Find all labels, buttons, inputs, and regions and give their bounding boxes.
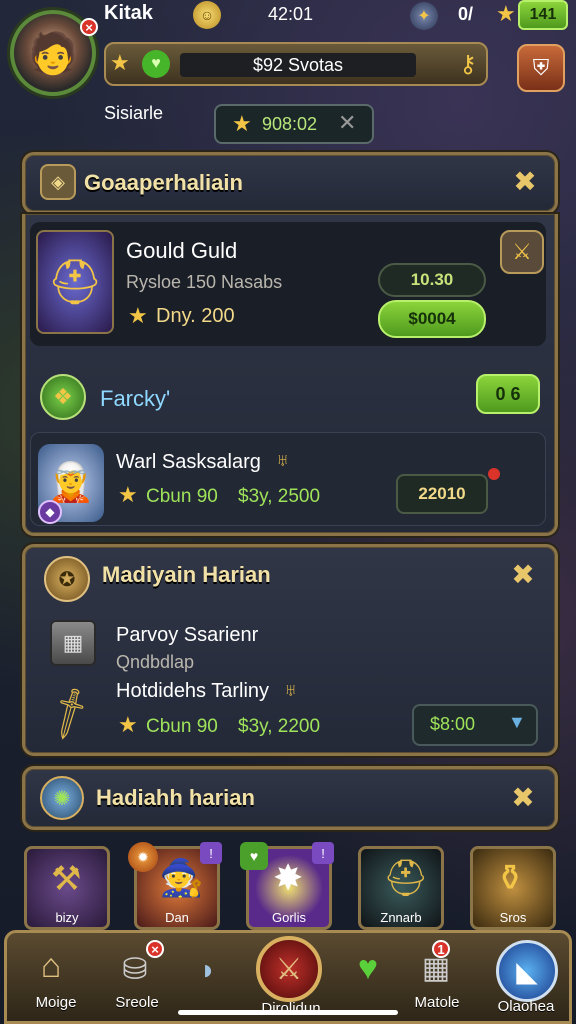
star-icon: ★ (118, 712, 138, 737)
level-badge: 141 (518, 0, 568, 30)
emblem-icon: ◈ (40, 164, 76, 200)
chest-icon: ▦ (50, 620, 96, 666)
section3-title: Hadiahh harian (96, 785, 255, 810)
hero-badge-icon: ◆ (38, 500, 62, 524)
item2-stat1: Cbun 90 (146, 716, 218, 737)
card-label: Znnarb (380, 910, 422, 925)
currency-bar-text: $92 Svotas (180, 53, 416, 77)
nav-alert-icon: 1 (432, 940, 450, 958)
treasure-icon: ⚱ (495, 857, 526, 898)
star-icon: ★ (110, 50, 130, 75)
shield-menu-icon[interactable]: ⛨ (517, 44, 565, 92)
hero-stat1: Cbun 90 (146, 486, 218, 507)
nav-tab-store[interactable]: Sreole (100, 994, 174, 1011)
fire-badge-icon: ✹ (128, 842, 158, 872)
star-icon: ★ (496, 1, 516, 26)
card-item[interactable]: ⚱ Sros (470, 846, 556, 930)
section1-title: Goaaperhaliain (84, 170, 243, 195)
gold-helmet-icon: ⛑ (36, 230, 114, 334)
section3-close-icon[interactable]: ✖ (506, 780, 540, 814)
nav-tab-match[interactable]: Matole (400, 994, 474, 1011)
item1-sub: Qndbdlap (116, 652, 195, 672)
star-icon: ★ (232, 111, 252, 136)
sub-pill-label: 0 6 (495, 383, 521, 404)
card-item[interactable]: ⚒ bizy (24, 846, 110, 930)
section2-close-icon[interactable]: ✖ (506, 557, 540, 591)
hero-pill[interactable]: 22010 (396, 474, 488, 514)
gold-coin-icon: ☺ (193, 1, 221, 29)
card-item[interactable]: ⛑ Znnarb (358, 846, 444, 930)
house-icon[interactable]: ⌂ (22, 940, 80, 992)
avatar-alert-icon: × (80, 18, 98, 36)
item-line: Rysloe 150 Nasabs (126, 272, 283, 292)
bag-icon: ✪ (44, 556, 90, 602)
avatar-face-icon: 🧑 (28, 31, 78, 76)
sub-title: Farcky' (100, 386, 171, 411)
key-icon[interactable]: ⚷ (452, 48, 484, 80)
card-badge-icon: ! (312, 842, 334, 864)
green-compass-icon: ❖ (40, 374, 86, 420)
nav-tab-home[interactable]: Moige (16, 994, 96, 1011)
item2-emblem-icon: ♅ (284, 680, 298, 700)
heart-gem-icon: ♥ (142, 50, 170, 78)
sub-pill[interactable]: 0 6 (476, 374, 540, 414)
hero-name: Warl Sasksalarg (116, 451, 261, 473)
card-badge-icon: ♥ (240, 842, 268, 870)
item-price: Dny. 200 (156, 305, 235, 327)
buy-button[interactable]: $0004 (378, 300, 486, 338)
battle-icon[interactable]: ⚔ (256, 936, 322, 1002)
card-label: Sros (499, 910, 527, 925)
shield-nav-icon[interactable]: ◣ (496, 940, 558, 1002)
item1-name: Parvoy Ssarienr (116, 624, 259, 646)
card-badge-icon: ! (200, 842, 222, 864)
nav-alert-icon: × (146, 940, 164, 958)
helmet-icon: ⛑ (383, 857, 429, 898)
card-label: Gorlis (272, 910, 306, 925)
fish-icon[interactable]: ◗ (186, 950, 230, 990)
value-pill: 10.30 (378, 263, 486, 297)
item-name: Gould Guld (126, 238, 238, 263)
item2-pill-text: $8:00 (430, 714, 476, 734)
section2-title: Madiyain Harian (102, 562, 271, 587)
buy-button-label: $0004 (408, 309, 456, 328)
sub-bar-close-icon[interactable]: ✕ (338, 110, 356, 136)
sword-button-icon[interactable]: ⚔ (500, 230, 544, 274)
player-name: Kitak (104, 2, 153, 24)
compass-icon: ✦ (410, 2, 438, 30)
timer: 42:01 (268, 4, 314, 24)
card-label: Dan (165, 910, 189, 925)
hammer-icon: ⚒ (51, 860, 82, 898)
home-indicator (178, 1010, 398, 1015)
item2-name: Hotdidehs Tarliny (116, 680, 270, 702)
hero-stat2: $3y, 2500 (238, 486, 321, 507)
hero-icon: 🧙 (159, 857, 204, 898)
sub-label: Sisiarle (104, 103, 164, 123)
burst-icon: ✸ (273, 857, 304, 898)
star-icon: ★ (118, 482, 138, 507)
item2-stat2: $3y, 2200 (238, 716, 321, 737)
heart-nav-icon[interactable]: ♥ (346, 946, 390, 990)
star-icon: ★ (128, 303, 148, 328)
globe-icon: ✺ (40, 776, 84, 820)
nav-tab-clan[interactable]: Olaohea (480, 998, 572, 1015)
arrow-down-icon: ▼ (508, 712, 526, 732)
hero-name-emblem-icon: ♅ (276, 450, 290, 470)
notification-dot (488, 468, 500, 480)
hero-pill-text: 22010 (418, 484, 466, 503)
card-label: bizy (55, 910, 79, 925)
sub-bar-value: 908:02 (262, 114, 318, 134)
counter-text: 0/ (458, 4, 474, 24)
value-pill-text: 10.30 (410, 270, 454, 289)
section1-close-icon[interactable]: ✖ (508, 164, 542, 198)
